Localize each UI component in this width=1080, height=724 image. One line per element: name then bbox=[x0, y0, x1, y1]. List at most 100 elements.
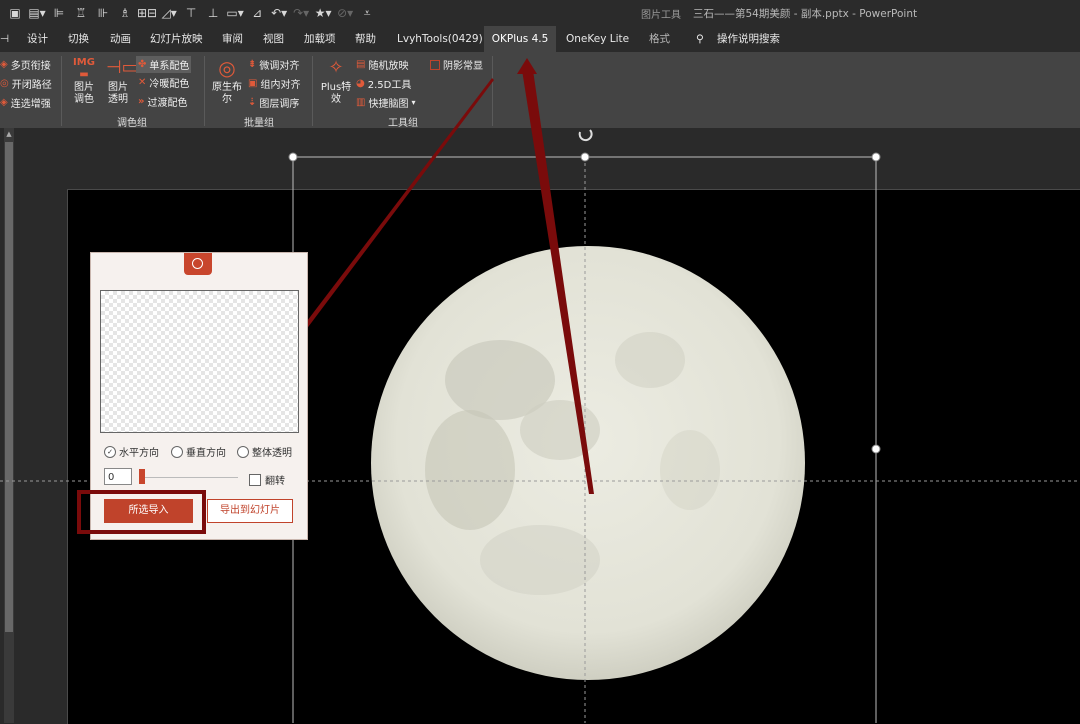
dialog-header-tab[interactable] bbox=[184, 253, 212, 275]
tab-help[interactable]: 帮助 bbox=[355, 26, 376, 52]
value-input[interactable]: 0 bbox=[104, 468, 132, 485]
shadow-fixed-toggle[interactable]: 阴影常显 bbox=[430, 57, 483, 72]
tab-onekey-lite[interactable]: OneKey Lite bbox=[566, 26, 629, 52]
slider-track[interactable] bbox=[139, 477, 238, 478]
customize-qat-icon[interactable]: ⩡ bbox=[356, 4, 378, 22]
radio-checked-icon[interactable]: ✓ bbox=[104, 445, 116, 458]
ring-icon bbox=[192, 258, 203, 269]
tab-transitions[interactable]: 切换 bbox=[68, 26, 89, 52]
flip-checkbox[interactable]: 翻转 bbox=[249, 472, 285, 487]
color-group-label: 调色组 bbox=[117, 118, 147, 129]
slider-thumb[interactable] bbox=[139, 469, 145, 484]
ribbon-tabs: ⊣ 设计 切换 动画 幻灯片放映 审阅 视图 加载项 帮助 LvyhTools(… bbox=[0, 26, 1080, 52]
tab-prev-icon[interactable]: ⊣ bbox=[0, 26, 9, 52]
export-to-slide-button[interactable]: 导出到幻灯片 bbox=[207, 499, 293, 523]
quick-access-toolbar: ▣ ▤▾ ⊫ ♖ ⊪ ♗ ⊞⊟ ◿▾ ⊤ ⊥ ▭▾ ⊿ ↶▾ ↷▾ ★▾ ⊘▾ … bbox=[0, 0, 1080, 26]
pie-icon: ◕ bbox=[356, 78, 365, 89]
picture-color-button[interactable]: IMG ▬ 图片 调色 bbox=[70, 57, 98, 106]
align-right-icon[interactable]: ⊪ bbox=[92, 4, 114, 22]
cool-warm-color-button[interactable]: ✕ 冷暖配色 bbox=[138, 75, 189, 90]
highlight-box bbox=[77, 490, 206, 534]
tool-25d-button[interactable]: ◕ 2.5D工具 bbox=[356, 76, 411, 91]
radio-icon[interactable] bbox=[237, 445, 249, 458]
transparent-icon: ⊣▭ bbox=[106, 57, 139, 78]
tell-me-search[interactable]: 操作说明搜索 bbox=[717, 26, 780, 52]
layout-icon[interactable]: ▣ bbox=[4, 4, 26, 22]
group-align-icon: ▣ bbox=[248, 78, 258, 89]
picture-transparent-button[interactable]: ⊣▭ 图片 透明 bbox=[104, 57, 139, 106]
tool-group-label: 工具组 bbox=[388, 118, 418, 129]
dropdown-icon[interactable]: ▾ bbox=[411, 98, 415, 107]
tab-lvyhtools[interactable]: LvyhTools(0429) bbox=[397, 26, 483, 52]
random-zoom-button[interactable]: ▤ 随机放映 bbox=[356, 57, 408, 72]
mindmap-icon: ▥ bbox=[356, 97, 366, 108]
tab-design[interactable]: 设计 bbox=[27, 26, 48, 52]
star-icon[interactable]: ★▾ bbox=[312, 4, 334, 22]
single-color-button[interactable]: ✤ 单系配色 bbox=[136, 56, 192, 73]
layer-order-button[interactable]: ⇣ 图层调序 bbox=[248, 95, 299, 110]
random-icon: ▤ bbox=[356, 59, 366, 70]
img-icon: IMG ▬ bbox=[73, 57, 95, 80]
option-vertical[interactable]: 垂直方向 bbox=[171, 444, 226, 459]
format-icon[interactable]: ⊥ bbox=[202, 4, 224, 22]
tab-review[interactable]: 审阅 bbox=[222, 26, 243, 52]
tab-view[interactable]: 视图 bbox=[263, 26, 284, 52]
scrollbar-thumb[interactable] bbox=[5, 142, 13, 632]
ribbon-multipage-link-label: 多页衔接 bbox=[10, 61, 51, 72]
table-icon[interactable]: ▤▾ bbox=[26, 4, 48, 22]
tab-slideshow[interactable]: 幻灯片放映 bbox=[150, 26, 203, 52]
option-overall[interactable]: 整体透明 bbox=[237, 444, 292, 459]
ribbon-separator bbox=[492, 56, 493, 126]
transition-color-button[interactable]: » 过渡配色 bbox=[138, 94, 187, 109]
quick-brain-button[interactable]: ▥ 快捷脑图 ▾ bbox=[356, 95, 415, 110]
distribute-icon[interactable]: ⊞⊟ bbox=[136, 4, 158, 22]
cross-icon: ✕ bbox=[138, 77, 147, 88]
tab-addins[interactable]: 加载项 bbox=[304, 26, 336, 52]
cool-warm-label: 冷暖配色 bbox=[149, 79, 190, 90]
flip-label: 翻转 bbox=[265, 476, 285, 487]
random-zoom-label: 随机放映 bbox=[368, 61, 409, 72]
group-align-button[interactable]: ▣ 组内对齐 bbox=[248, 76, 300, 91]
boolean-icon: ◎ bbox=[218, 56, 236, 80]
layer-icon: ⇣ bbox=[248, 97, 257, 108]
align-left-icon[interactable]: ⊫ bbox=[48, 4, 70, 22]
layer-order-label: 图层调序 bbox=[259, 99, 300, 110]
undo-icon[interactable]: ↶▾ bbox=[268, 4, 290, 22]
circle-disabled-icon[interactable]: ⊘▾ bbox=[334, 4, 356, 22]
shape-icon[interactable]: ◿▾ bbox=[158, 4, 180, 22]
plus-effect-button[interactable]: ✧ Plus特 效 bbox=[318, 57, 354, 106]
path-icon: ◎ bbox=[0, 78, 9, 89]
align-top-icon[interactable]: ♗ bbox=[114, 4, 136, 22]
redo-icon[interactable]: ↷▾ bbox=[290, 4, 312, 22]
image-icon[interactable]: ▭▾ bbox=[224, 4, 246, 22]
ribbon-multipage-link[interactable]: ◈ 多页衔接 bbox=[0, 57, 51, 72]
radio-icon[interactable] bbox=[171, 445, 183, 458]
paint-icon[interactable]: ⊿ bbox=[246, 4, 268, 22]
option-horizontal-label: 水平方向 bbox=[119, 448, 159, 459]
fine-align-button[interactable]: ⇟ 微调对齐 bbox=[248, 57, 299, 72]
lightbulb-icon: ⚲ bbox=[696, 33, 704, 45]
vertical-scrollbar[interactable]: ▲ bbox=[4, 128, 14, 723]
checkbox-icon[interactable] bbox=[249, 473, 261, 486]
quick-brain-label: 快捷脑图 bbox=[368, 99, 409, 110]
boolean-button[interactable]: ◎ 原生布 尔 bbox=[210, 57, 244, 106]
select-icon: ◈ bbox=[0, 97, 8, 108]
boolean-label: 原生布 尔 bbox=[212, 82, 242, 105]
ribbon-multi-select[interactable]: ◈ 连选增强 bbox=[0, 95, 51, 110]
option-overall-label: 整体透明 bbox=[252, 448, 292, 459]
ribbon-open-close-path-label: 开闭路径 bbox=[11, 80, 52, 91]
tab-format[interactable]: 格式 bbox=[649, 26, 670, 52]
option-horizontal[interactable]: ✓ 水平方向 bbox=[104, 444, 159, 459]
ribbon-open-close-path[interactable]: ◎ 开闭路径 bbox=[0, 76, 52, 91]
palette-icon: ✤ bbox=[138, 59, 147, 70]
transition-color-label: 过渡配色 bbox=[147, 98, 188, 109]
ribbon-separator bbox=[204, 56, 205, 126]
shadow-checkbox[interactable] bbox=[430, 59, 440, 70]
fine-align-icon: ⇟ bbox=[248, 59, 257, 70]
scroll-up-icon[interactable]: ▲ bbox=[4, 130, 14, 140]
align-bottom-icon[interactable]: ⊤ bbox=[180, 4, 202, 22]
align-center-icon[interactable]: ♖ bbox=[70, 4, 92, 22]
tab-okplus[interactable]: OKPlus 4.5 bbox=[484, 26, 556, 52]
tab-animations[interactable]: 动画 bbox=[110, 26, 131, 52]
ribbon: ◈ 多页衔接 ◎ 开闭路径 ◈ 连选增强 IMG ▬ 图片 调色 ⊣▭ 图片 透明 ✤ 单… bbox=[0, 52, 1080, 129]
